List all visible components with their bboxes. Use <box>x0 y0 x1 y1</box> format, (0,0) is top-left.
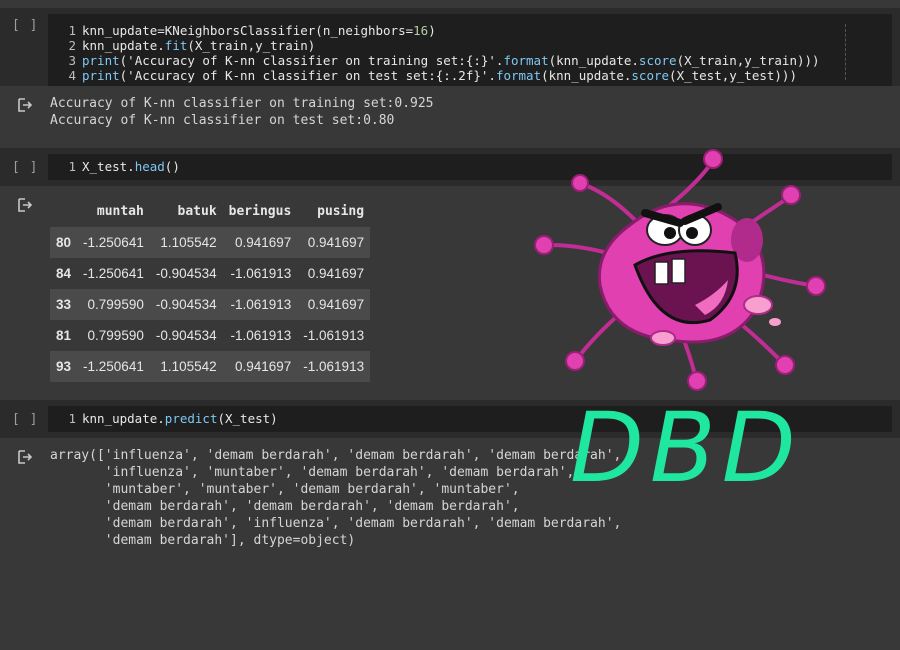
column-header: batuk <box>177 204 217 219</box>
dataframe-table: muntah batuk beringus pusing 80 -1.25064… <box>50 196 371 382</box>
code-token: knn_update. <box>82 411 165 426</box>
code-token: knn_update. <box>82 38 165 53</box>
code-token: (X_train,y_train))) <box>676 53 820 68</box>
table-row: 80 -1.250641 1.105542 0.941697 0.941697 <box>50 227 371 258</box>
code-token: ('Accuracy of K-nn classifier on trainin… <box>119 53 504 68</box>
table-header-row: muntah batuk beringus pusing <box>50 196 370 227</box>
table-cell: -1.250641 <box>83 359 144 374</box>
table-cell: -0.904534 <box>155 266 217 281</box>
table-cell: 0.941697 <box>307 235 365 250</box>
code-token: format <box>495 68 542 83</box>
table-cell: 0.799590 <box>87 297 144 312</box>
column-header <box>50 196 77 227</box>
code-token: () <box>164 159 180 174</box>
run-cell-button[interactable]: [ ] <box>12 160 38 175</box>
code-token: fit <box>164 38 188 53</box>
table-cell: 0.941697 <box>307 297 365 312</box>
table-cell: 1.105542 <box>160 235 217 250</box>
table-row: 84 -1.250641 -0.904534 -1.061913 0.94169… <box>50 258 371 289</box>
line-number: 3 <box>68 53 76 68</box>
table-cell: 0.941697 <box>307 266 365 281</box>
line-number: 1 <box>68 159 76 174</box>
code-token: head <box>134 159 165 174</box>
code-token: predict <box>164 411 218 426</box>
code-line: 1 knn_update=KNeighborsClassifier(n_neigh… <box>48 23 436 38</box>
table-cell: -1.061913 <box>303 359 365 374</box>
table-cell: -0.904534 <box>155 328 217 343</box>
code-token: score <box>631 68 670 83</box>
virus-spot <box>769 318 781 326</box>
editor-ruler <box>845 24 846 80</box>
code-cell-1[interactable]: [ ] 1 knn_update=KNeighborsClassifier(n_n… <box>0 8 900 86</box>
table-cell: -0.904534 <box>155 297 217 312</box>
dbd-overlay-text: DBD <box>570 392 802 504</box>
code-token: knn_update=KNeighborsClassifier(n_neighb… <box>82 23 414 38</box>
output-icon <box>18 450 33 464</box>
table-cell: 1.105542 <box>160 359 217 374</box>
table-cell: 0.941697 <box>234 235 292 250</box>
code-token: score <box>638 53 677 68</box>
code-token: (knn_update. <box>541 68 632 83</box>
table-cell: -1.061913 <box>230 266 292 281</box>
code-token: (X_test,y_test))) <box>669 68 797 83</box>
code-token: 16 <box>413 23 429 38</box>
table-row: 93 -1.250641 1.105542 0.941697 -1.061913 <box>50 351 371 382</box>
table-cell: -1.250641 <box>83 235 144 250</box>
cell-output-text: Accuracy of K-nn classifier on training … <box>50 96 434 128</box>
code-line: 2 knn_update.fit(X_train,y_train) <box>48 38 315 53</box>
virus-tooth <box>671 258 686 284</box>
row-index: 93 <box>56 359 72 374</box>
code-token: ) <box>428 23 436 38</box>
row-index: 80 <box>56 235 72 250</box>
run-cell-button[interactable]: [ ] <box>12 412 38 427</box>
table-cell: -1.061913 <box>230 328 292 343</box>
code-token: print <box>82 68 120 83</box>
line-number: 4 <box>68 68 76 83</box>
table-row: 81 0.799590 -0.904534 -1.061913 -1.06191… <box>50 320 371 351</box>
code-editor[interactable]: 1 knn_update=KNeighborsClassifier(n_neigh… <box>48 14 892 86</box>
output-icon <box>18 198 33 212</box>
table-cell: -1.061913 <box>303 328 365 343</box>
column-header: beringus <box>228 204 292 219</box>
code-line: 3 print('Accuracy of K-nn classifier on t… <box>48 53 820 68</box>
code-token: ('Accuracy of K-nn classifier on test se… <box>119 68 496 83</box>
row-index: 33 <box>56 297 72 312</box>
table-cell: 0.941697 <box>234 359 292 374</box>
line-number: 1 <box>68 411 76 426</box>
code-line: 1 X_test.head() <box>48 159 180 174</box>
virus-spot <box>650 330 676 346</box>
code-token: format <box>503 53 549 68</box>
table-cell: 0.799590 <box>87 328 144 343</box>
virus-tooth <box>654 261 669 285</box>
table-cell: -1.061913 <box>230 297 292 312</box>
run-cell-button[interactable]: [ ] <box>12 18 38 33</box>
output-icon <box>18 98 33 112</box>
table-row: 33 0.799590 -0.904534 -1.061913 0.941697 <box>50 289 371 320</box>
code-line: 4 print('Accuracy of K-nn classifier on t… <box>48 68 797 83</box>
line-number: 1 <box>68 23 76 38</box>
code-token: X_test. <box>82 159 135 174</box>
virus-illustration <box>534 149 826 391</box>
virus-spot <box>743 295 773 315</box>
line-number: 2 <box>68 38 76 53</box>
table-cell: -1.250641 <box>83 266 144 281</box>
code-token: (X_train,y_train) <box>187 38 316 53</box>
cell-output-text: array(['influenza', 'demam berdarah', 'd… <box>50 448 622 548</box>
code-line: 1 knn_update.predict(X_test) <box>48 411 278 426</box>
column-header: pusing <box>317 204 365 219</box>
code-token: (X_test) <box>217 411 278 426</box>
row-index: 84 <box>56 266 72 281</box>
row-index: 81 <box>56 328 72 343</box>
column-header: muntah <box>96 204 144 219</box>
code-token: print <box>82 53 120 68</box>
code-token: (knn_update. <box>548 53 639 68</box>
